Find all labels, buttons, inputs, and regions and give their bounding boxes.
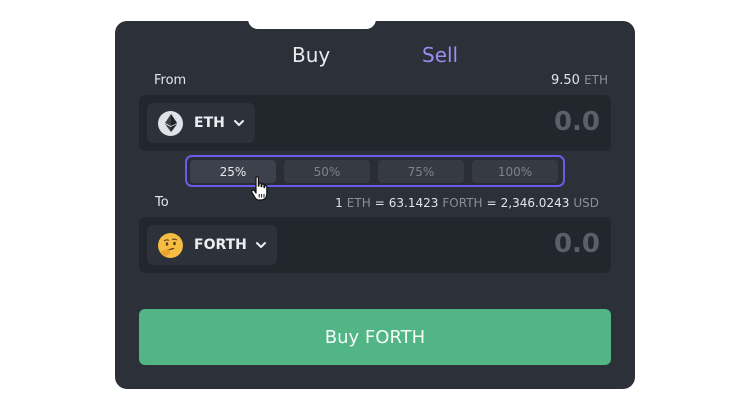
exchange-rate: 1 ETH = 63.1423 FORTH = 2,346.0243 USD	[335, 196, 599, 210]
balance-value: 9.50	[551, 73, 580, 88]
from-balance: 9.50 ETH	[551, 73, 608, 88]
rate-forth-value: 63.1423	[388, 196, 439, 210]
percent-50-button[interactable]: 50%	[284, 160, 370, 183]
rate-equals: =	[374, 196, 385, 210]
thinking-face-icon	[158, 232, 183, 258]
rate-one: 1	[335, 196, 343, 210]
rate-usd-unit: USD	[573, 196, 599, 210]
rate-eth-unit: ETH	[346, 196, 371, 210]
to-amount-input[interactable]: 0.0	[554, 229, 600, 259]
hand-pointer-cursor-icon	[251, 176, 268, 201]
from-panel: ETH 0.0	[139, 95, 611, 151]
to-token-select[interactable]: FORTH	[147, 225, 277, 265]
chevron-down-icon	[233, 120, 244, 126]
from-label: From	[154, 73, 187, 88]
balance-unit: ETH	[584, 73, 609, 87]
buy-forth-button[interactable]: Buy FORTH	[139, 309, 611, 365]
percent-selector: 25% 50% 75% 100%	[185, 155, 565, 187]
card-notch	[248, 19, 376, 29]
ethereum-icon	[158, 110, 183, 136]
chevron-down-icon	[255, 242, 266, 248]
tab-sell[interactable]: Sell	[422, 43, 458, 67]
tab-buy[interactable]: Buy	[292, 43, 330, 67]
to-label: To	[155, 195, 169, 210]
from-amount-input[interactable]: 0.0	[554, 107, 600, 137]
from-token-name: ETH	[194, 115, 225, 131]
percent-75-button[interactable]: 75%	[378, 160, 464, 183]
to-panel: FORTH 0.0	[139, 217, 611, 273]
to-token-name: FORTH	[194, 237, 247, 253]
rate-forth-unit: FORTH	[442, 196, 483, 210]
rate-usd-value: 2,346.0243	[500, 196, 570, 210]
from-token-select[interactable]: ETH	[147, 103, 255, 143]
percent-100-button[interactable]: 100%	[472, 160, 558, 183]
rate-equals-2: =	[486, 196, 497, 210]
